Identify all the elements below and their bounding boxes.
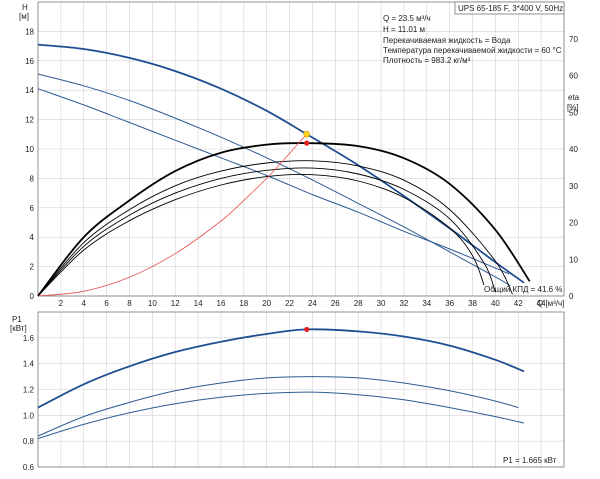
bottom-series xyxy=(37,328,525,440)
x-tick-label-3: 8 xyxy=(127,299,132,308)
power-label: P1 = 1.665 кВт xyxy=(503,456,557,465)
x-tick-label-4: 10 xyxy=(148,299,157,308)
x-tick-label-21: 44 xyxy=(537,299,546,308)
bottom-operating-points xyxy=(304,326,310,333)
right-axis-title: eta xyxy=(568,93,580,102)
right-tick-label-1: 10 xyxy=(569,255,578,264)
info-line-temperature: Температура перекачиваемой жидкости = 60… xyxy=(383,46,562,55)
x-tick-label-20: 42 xyxy=(514,299,523,308)
series-power-0 xyxy=(37,328,525,409)
power-axis-unit: [кВт] xyxy=(10,324,27,333)
left-tick-label-4: 8 xyxy=(30,174,35,183)
power-tick-label-0: 0.6 xyxy=(23,463,35,472)
left-axis-unit: [м] xyxy=(19,12,29,21)
right-tick-label-3: 30 xyxy=(569,182,578,191)
operating-point-head xyxy=(303,130,311,138)
power-axis-title: P1 xyxy=(12,315,22,324)
x-tick-label-8: 18 xyxy=(239,299,248,308)
series-efficiency-4 xyxy=(37,160,513,297)
x-tick-label-10: 22 xyxy=(285,299,294,308)
info-line-q: Q = 23.5 м³/ч xyxy=(383,14,431,23)
operating-point-efficiency xyxy=(304,140,310,146)
power-tick-label-2: 1.0 xyxy=(23,411,35,420)
left-tick-label-6: 12 xyxy=(25,116,34,125)
x-tick-label-6: 14 xyxy=(194,299,203,308)
right-tick-label-2: 20 xyxy=(569,219,578,228)
left-tick-label-1: 2 xyxy=(30,263,35,272)
power-tick-label-3: 1.2 xyxy=(23,386,35,395)
left-tick-label-7: 14 xyxy=(25,86,34,95)
bottom-tick-labels: 0.6 0.8 1.0 1.2 1.4 1.6 xyxy=(23,334,35,472)
left-tick-label-8: 16 xyxy=(25,57,34,66)
x-tick-label-18: 38 xyxy=(468,299,477,308)
x-tick-label-12: 26 xyxy=(331,299,340,308)
x-tick-label-9: 20 xyxy=(262,299,271,308)
right-tick-label-4: 40 xyxy=(569,145,578,154)
power-tick-label-5: 1.6 xyxy=(23,334,35,343)
top-series xyxy=(37,43,531,297)
left-tick-label-9: 18 xyxy=(25,27,34,36)
series-system-7 xyxy=(37,133,308,297)
power-tick-label-1: 0.8 xyxy=(23,437,35,446)
series-head-0 xyxy=(37,43,525,284)
right-tick-label-6: 60 xyxy=(569,72,578,81)
info-line-liquid: Перекачиваемая жидкость = Вода xyxy=(383,36,511,45)
info-line-h: H = 11.01 м xyxy=(383,25,425,34)
right-tick-label-7: 70 xyxy=(569,35,578,44)
left-tick-label-2: 4 xyxy=(30,233,35,242)
pump-performance-chart: UPS 65-185 F, 3*400 V, 50Hz Q = 23.5 м³/… xyxy=(0,0,600,474)
x-tick-label-7: 16 xyxy=(217,299,226,308)
series-efficiency-6 xyxy=(37,173,485,297)
info-line-density: Плотность = 983.2 кг/м³ xyxy=(383,56,471,65)
x-tick-label-11: 24 xyxy=(308,299,317,308)
left-tick-label-3: 6 xyxy=(30,204,35,213)
left-tick-label-0: 0 xyxy=(30,292,35,301)
bottom-grid xyxy=(38,312,564,468)
x-tick-label-17: 36 xyxy=(445,299,454,308)
power-tick-label-4: 1.4 xyxy=(23,360,35,369)
x-tick-label-1: 4 xyxy=(82,299,87,308)
x-tick-label-19: 40 xyxy=(491,299,500,308)
x-tick-label-0: 2 xyxy=(59,299,64,308)
chart-canvas: UPS 65-185 F, 3*400 V, 50Hz Q = 23.5 м³/… xyxy=(10,1,580,472)
efficiency-label: Общий КПД = 41.6 % xyxy=(484,285,562,294)
chart-header: UPS 65-185 F, 3*400 V, 50Hz xyxy=(458,4,563,13)
left-axis-title: H xyxy=(22,3,28,12)
x-tick-label-16: 34 xyxy=(422,299,431,308)
x-tick-label-2: 6 xyxy=(104,299,109,308)
x-tick-label-14: 30 xyxy=(377,299,386,308)
x-tick-label-13: 28 xyxy=(354,299,363,308)
right-tick-label-0: 0 xyxy=(569,292,574,301)
operating-point-power xyxy=(304,326,310,333)
series-power-1 xyxy=(37,376,519,437)
top-operating-points xyxy=(303,130,311,146)
left-tick-label-5: 10 xyxy=(25,145,34,154)
series-head-1 xyxy=(37,73,511,287)
right-tick-label-5: 50 xyxy=(569,108,578,117)
x-tick-label-5: 12 xyxy=(171,299,180,308)
x-tick-label-15: 32 xyxy=(399,299,408,308)
